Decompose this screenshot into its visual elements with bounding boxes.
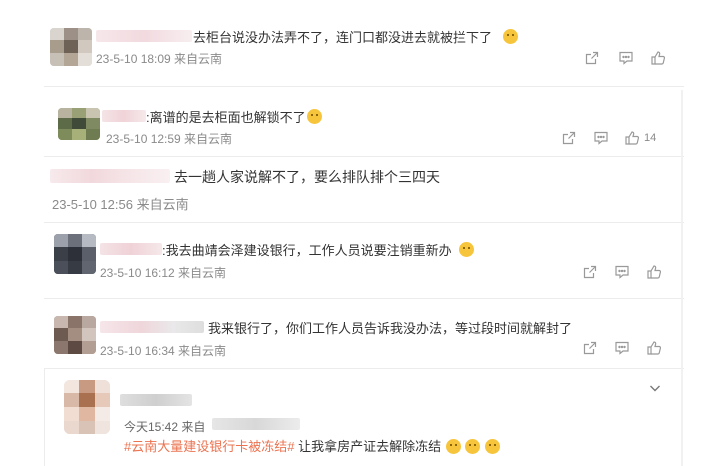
comment-meta: 23-5-10 16:12 来自云南: [100, 266, 227, 280]
comment-meta: 23-5-10 12:56 来自云南: [52, 197, 189, 212]
avatar[interactable]: [50, 28, 92, 66]
comment-icon[interactable]: [593, 130, 609, 146]
comment-text: 我来银行了，你们工作人员告诉我没办法，等过段时间就解封了: [208, 321, 573, 336]
username-obscured[interactable]: [120, 394, 192, 406]
like-icon[interactable]: [650, 50, 666, 66]
like-icon[interactable]: [646, 340, 662, 356]
comment-text: 去一趟人家说解不了，要么排队排个三四天: [174, 169, 440, 185]
avatar[interactable]: [54, 316, 96, 354]
post-body: 让我拿房产证去解除冻结: [294, 439, 442, 454]
comment-text: :离谱的是去柜面也解锁不了: [146, 110, 306, 125]
like-icon[interactable]: [624, 130, 640, 146]
username-obscured[interactable]: [100, 321, 204, 333]
comment-icon[interactable]: [614, 340, 630, 356]
smile-emoji-icon: [307, 109, 322, 124]
hashtag-link[interactable]: #云南大量建设银行卡被冻结#: [124, 439, 294, 454]
comment-icon[interactable]: [618, 50, 634, 66]
comment-text: :我去曲靖会泽建设银行，工作人员说要注销重新办: [162, 243, 452, 258]
like-icon[interactable]: [646, 264, 662, 280]
share-icon[interactable]: [584, 50, 600, 66]
share-icon[interactable]: [582, 264, 598, 280]
sweat-smile-emoji-icon: [465, 439, 481, 454]
comment-meta: 23-5-10 18:09 来自云南: [96, 52, 223, 66]
comment-text: 去柜台说没办法弄不了，连门口都没进去就被拦下了: [193, 30, 493, 45]
thread-divider: [44, 156, 684, 157]
scrollbar-track[interactable]: [681, 90, 683, 466]
avatar[interactable]: [64, 380, 110, 434]
username-obscured[interactable]: [102, 110, 146, 122]
thread-divider: [44, 368, 684, 369]
thread-divider: [44, 86, 684, 87]
username-obscured[interactable]: [96, 30, 192, 42]
username-obscured[interactable]: [100, 243, 162, 255]
sweat-smile-emoji-icon: [445, 439, 461, 454]
post-meta: 今天15:42 来自: [124, 420, 206, 434]
comment-meta: 23-5-10 12:59 来自云南: [106, 132, 233, 146]
avatar[interactable]: [58, 108, 100, 140]
crying-emoji-icon: [503, 29, 518, 44]
sweat-smile-emoji-icon: [484, 439, 500, 454]
thread-divider: [44, 222, 684, 223]
share-icon[interactable]: [582, 340, 598, 356]
thread-indent-line: [44, 368, 45, 466]
post-text: #云南大量建设银行卡被冻结# 让我拿房产证去解除冻结: [124, 436, 500, 455]
chevron-down-icon[interactable]: [647, 380, 663, 396]
sweat-emoji-icon: [459, 242, 474, 257]
location-obscured: [212, 418, 300, 430]
like-count: 14: [644, 132, 657, 144]
username-obscured[interactable]: [50, 169, 170, 183]
thread-divider: [44, 298, 684, 299]
avatar[interactable]: [54, 234, 96, 274]
share-icon[interactable]: [561, 130, 577, 146]
comment-meta: 23-5-10 16:34 来自云南: [100, 344, 227, 358]
comment-icon[interactable]: [614, 264, 630, 280]
